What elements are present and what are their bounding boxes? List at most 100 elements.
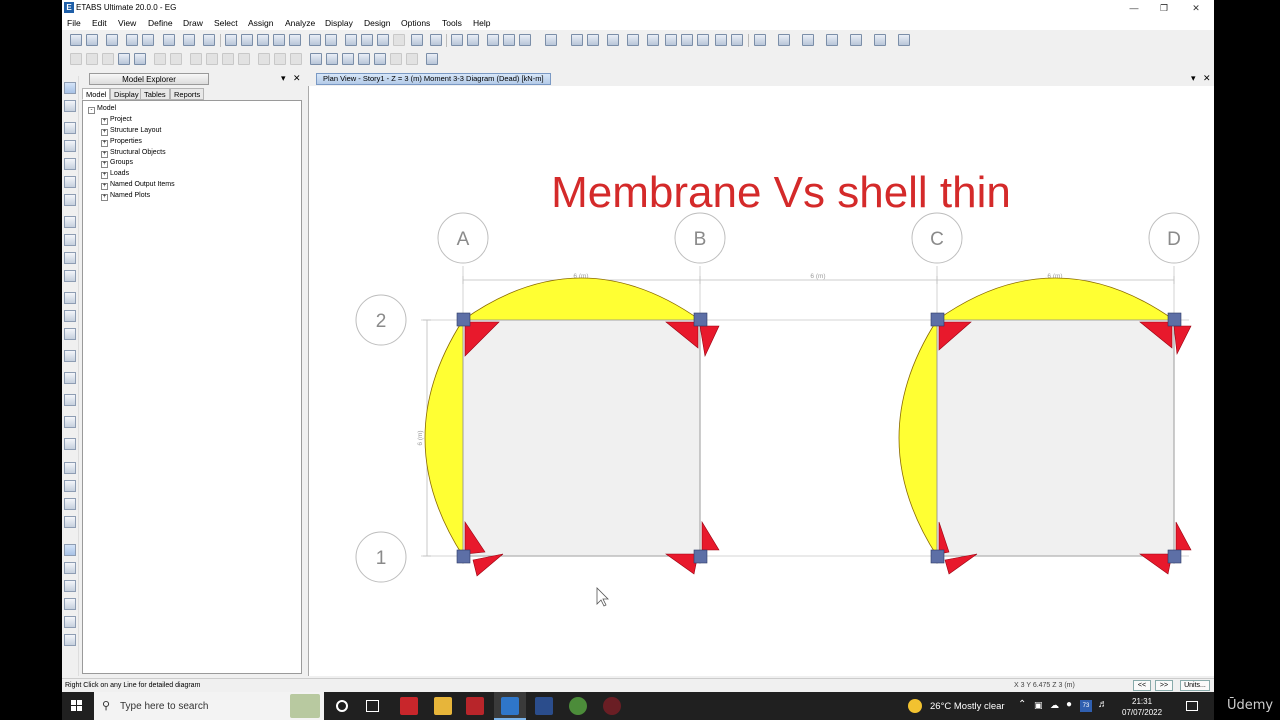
trim-icon[interactable] (274, 53, 286, 65)
snap-lines-icon[interactable] (64, 544, 76, 556)
tree-item-named-plots[interactable]: + Named Plots (101, 192, 150, 201)
wall-icon[interactable] (607, 34, 619, 46)
action-center-icon[interactable] (1186, 701, 1198, 711)
draw-rect-floor-icon[interactable] (64, 234, 76, 246)
menu-display[interactable]: Display (325, 18, 353, 28)
onedrive-icon[interactable]: ☁ (1050, 700, 1059, 711)
screen-recorder-icon[interactable] (603, 697, 621, 715)
expand-icon[interactable]: + (101, 129, 108, 136)
tab-model[interactable]: Model (82, 88, 111, 100)
menu-select[interactable]: Select (214, 18, 238, 28)
expand-icon[interactable]: + (101, 118, 108, 125)
plan-view-icon[interactable] (361, 34, 373, 46)
move-down-icon[interactable] (467, 34, 479, 46)
pointer-icon[interactable] (64, 82, 76, 94)
show-undeformed-icon[interactable] (545, 34, 557, 46)
collapse-icon[interactable]: - (88, 107, 95, 114)
extend-icon[interactable] (290, 53, 302, 65)
quick-draw-floor-icon[interactable] (64, 252, 76, 264)
redo-icon[interactable] (142, 34, 154, 46)
moment-diagram[interactable]: 6 (m) 6 (m) 6 (m) 6 (m) A B C D 2 1 Memb… (309, 86, 1214, 676)
tree-item-structural-objects[interactable]: + Structural Objects (101, 149, 166, 158)
zoom-out-icon[interactable] (273, 34, 285, 46)
task-view-icon[interactable] (366, 700, 379, 712)
new-model-icon[interactable] (70, 34, 82, 46)
tab-tables[interactable]: Tables (140, 88, 170, 100)
draw-beam-tool-icon[interactable] (64, 176, 76, 188)
draw-wall-stack-icon[interactable] (64, 328, 76, 340)
minimize-icon[interactable]: — (1126, 1, 1142, 15)
expand-icon[interactable]: + (101, 140, 108, 147)
show-hidden-icons-icon[interactable]: ⌃ (1018, 699, 1026, 710)
next-button[interactable]: >> (1155, 680, 1173, 691)
extrude-icon[interactable] (519, 34, 531, 46)
set-view-icon[interactable] (393, 34, 405, 46)
zoom-window-icon[interactable] (225, 34, 237, 46)
elevation-view-icon[interactable] (377, 34, 389, 46)
volume-icon[interactable]: ♬ (1098, 699, 1108, 710)
menu-file[interactable]: File (67, 18, 81, 28)
draw-dimension-tool-icon[interactable] (64, 438, 76, 450)
previous-button[interactable]: << (1133, 680, 1151, 691)
rubber-band-icon[interactable] (325, 34, 337, 46)
area-mesh-icon[interactable] (310, 53, 322, 65)
pan-icon[interactable] (309, 34, 321, 46)
move-icon[interactable] (206, 53, 218, 65)
cortana-icon[interactable] (336, 700, 348, 712)
save-icon[interactable] (106, 34, 118, 46)
restore-icon[interactable]: ❐ (1156, 1, 1172, 15)
draw-tendon-icon[interactable] (64, 394, 76, 406)
cut-icon[interactable] (70, 53, 82, 65)
tree-item-loads[interactable]: + Loads (101, 170, 129, 179)
etabs-taskbar-button[interactable] (494, 692, 526, 720)
add-point-icon[interactable] (390, 53, 402, 65)
view-close-icon[interactable]: ✕ (1203, 73, 1211, 84)
snap-perpendicular-icon[interactable] (64, 516, 76, 528)
copy-icon[interactable] (86, 53, 98, 65)
expand-icon[interactable]: + (101, 183, 108, 190)
refresh-icon[interactable] (163, 34, 175, 46)
snap-intersections-icon[interactable] (64, 498, 76, 510)
menu-draw[interactable]: Draw (183, 18, 203, 28)
run-analysis-icon[interactable] (203, 34, 215, 46)
chamfer-icon[interactable] (374, 53, 386, 65)
tree-item-structure-layout[interactable]: + Structure Layout (101, 127, 161, 136)
snap-extension-icon[interactable] (64, 580, 76, 592)
draw-dimension-icon[interactable] (874, 34, 886, 46)
pdf-reader-icon[interactable] (466, 697, 484, 715)
joint-reactions-icon[interactable] (665, 34, 677, 46)
expand-icon[interactable]: + (101, 151, 108, 158)
zoom-step-icon[interactable] (289, 34, 301, 46)
expand-area-icon[interactable] (358, 53, 370, 65)
draw-column-icon[interactable] (64, 158, 76, 170)
delete-icon[interactable] (118, 53, 130, 65)
tab-display[interactable]: Display (110, 88, 143, 100)
draw-brace-tool-icon[interactable] (64, 194, 76, 206)
units-button[interactable]: Units... (1180, 680, 1210, 691)
merge-icon[interactable] (170, 53, 182, 65)
windows-start-icon[interactable] (71, 700, 83, 712)
revit-icon[interactable] (535, 697, 553, 715)
slab-icon[interactable] (627, 34, 639, 46)
lock-icon[interactable] (183, 34, 195, 46)
undo-icon[interactable] (126, 34, 138, 46)
force-diagram-icon[interactable] (697, 34, 709, 46)
chrome-icon[interactable] (569, 697, 587, 715)
network-icon[interactable]: ▣ (1034, 700, 1043, 711)
align-icon[interactable] (190, 53, 202, 65)
draw-floor-icon[interactable] (64, 216, 76, 228)
tree-item-groups[interactable]: + Groups (101, 159, 133, 168)
quick-draw-wall-icon[interactable] (64, 310, 76, 322)
menu-help[interactable]: Help (473, 18, 490, 28)
mirror-icon[interactable] (222, 53, 234, 65)
grid-snap-icon[interactable] (426, 53, 438, 65)
snap-fine-grid-icon[interactable] (64, 562, 76, 574)
stress-diagram-icon[interactable] (731, 34, 743, 46)
brace-icon[interactable] (587, 34, 599, 46)
close-icon[interactable]: ✕ (1188, 1, 1204, 15)
draw-spring-icon[interactable] (64, 416, 76, 428)
tree-root[interactable]: - Model (88, 105, 116, 114)
autocad-icon[interactable] (400, 697, 418, 715)
taskbar-clock[interactable]: 21:31 07/07/2022 (1122, 696, 1162, 718)
draw-grid-icon[interactable] (64, 372, 76, 384)
